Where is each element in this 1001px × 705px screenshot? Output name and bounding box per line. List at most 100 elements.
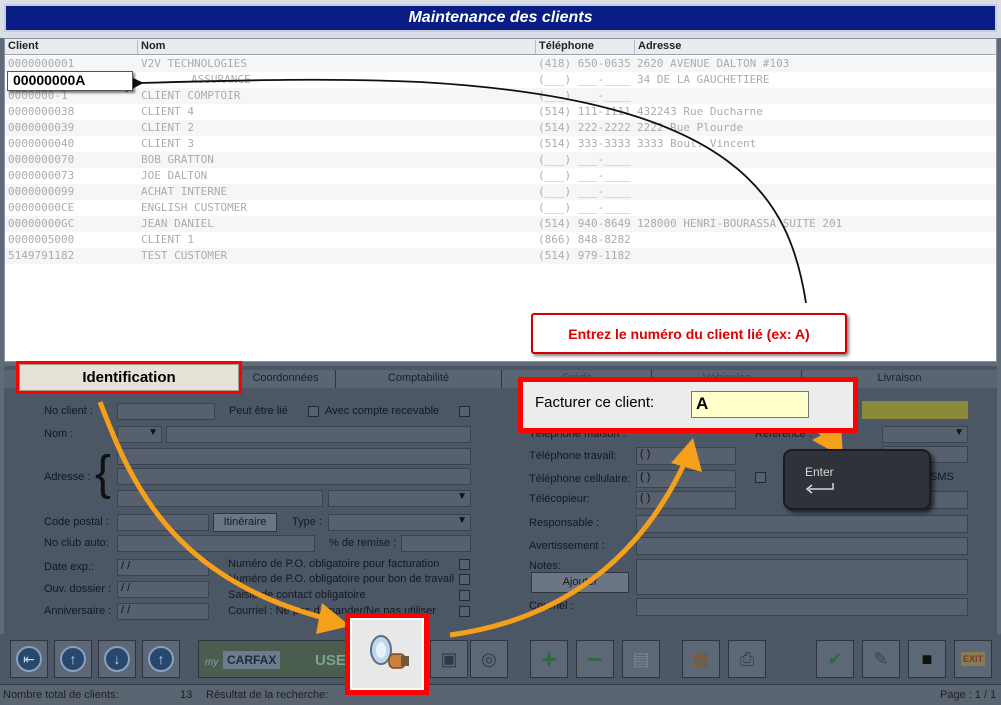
date-exp-field[interactable]: / / — [117, 559, 209, 576]
avertissement-field[interactable] — [636, 537, 968, 555]
carfax-button[interactable]: my CARFAX USE — [198, 640, 346, 678]
floppy-icon: ▤ — [632, 648, 650, 669]
no-client-label: No client : — [44, 405, 93, 417]
table-row[interactable]: 0000000001 V2V TECHNOLOGIES (418) 650-0635… — [5, 56, 996, 72]
courriel-field[interactable] — [636, 598, 968, 616]
tel-travail-label: Téléphone travail: — [529, 450, 617, 462]
telecopieur-field[interactable]: ( ) — [636, 491, 736, 509]
table-row[interactable]: 0000000-1 CLIENT COMPTOIR (___) ___-____ — [5, 88, 996, 104]
col-header-client[interactable]: Client — [5, 40, 137, 54]
type-label: Type : — [292, 516, 322, 528]
monitor-button[interactable]: ▣ — [430, 640, 468, 678]
last-record-button[interactable]: ↑ — [142, 640, 180, 678]
toolbar: ⇤ ↑ ↓ ↑ my CARFAX USE ▣ ◎ + − ▤ ▦ ⎙ ✔ ✎ … — [0, 634, 1001, 684]
avec-compte-checkbox[interactable] — [459, 406, 470, 417]
print-button[interactable]: ⎙ — [728, 640, 766, 678]
remove-button[interactable]: − — [576, 640, 614, 678]
saisie-contact-label: Saisie de contact obligatoire — [228, 589, 366, 601]
table-row[interactable]: 0000000073 JOE DALTON (___) ___-____ — [5, 168, 996, 184]
table-row[interactable]: 0000000070 BOB GRATTON (___) ___-____ — [5, 152, 996, 168]
sms-label: SMS — [930, 471, 954, 483]
no-club-label: No club auto: — [44, 537, 109, 549]
table-row[interactable]: 0000000039 CLIENT 2 (514) 222-2222 2222 Rue… — [5, 120, 996, 136]
type-select[interactable]: ▼ — [328, 514, 471, 531]
identification-tab-callout[interactable]: Identification — [16, 361, 242, 394]
briefcase-button[interactable]: ■ — [908, 640, 946, 678]
courriel-ne-pas-checkbox[interactable] — [459, 606, 470, 617]
enter-return-icon — [805, 483, 834, 494]
magnifier-hand-icon — [370, 635, 409, 669]
table-row[interactable]: 0000005000 CLIENT 1 (866) 848-8282 — [5, 232, 996, 248]
chevron-down-icon: ▼ — [457, 515, 467, 526]
table-row[interactable]: 5149791182 TEST CUSTOMER (514) 979-1182 — [5, 248, 996, 264]
down-arrow-icon: ↓ — [104, 646, 130, 672]
enter-key[interactable]: Enter — [783, 449, 931, 510]
po-facturation-checkbox[interactable] — [459, 559, 470, 570]
globe-search-icon: ◎ — [481, 648, 497, 669]
up-arrow-icon: ↑ — [60, 646, 86, 672]
adresse-line2-field[interactable] — [117, 468, 471, 485]
first-record-button[interactable]: ⇤ — [10, 640, 48, 678]
search-button-callout[interactable] — [345, 613, 429, 695]
po-bon-checkbox[interactable] — [459, 574, 470, 585]
tab-comptabilite[interactable]: Comptabilité — [336, 370, 502, 388]
nom-prefix-select[interactable]: ▼ — [117, 426, 162, 443]
documents-button[interactable]: ▦ — [682, 640, 720, 678]
responsable-label: Responsable : — [529, 517, 600, 529]
ajouter-note-button[interactable]: Ajouter — [531, 572, 629, 593]
edit-list-button[interactable]: ✎ — [862, 640, 900, 678]
reference-select[interactable]: ▼ — [882, 426, 968, 443]
po-bon-label: Numéro de P.O. obligatoire pour bon de t… — [228, 573, 455, 585]
carfax-prefix: my — [205, 657, 219, 668]
ouv-dossier-field[interactable]: / / — [117, 581, 209, 598]
courriel-label: Courriel : — [529, 600, 574, 612]
clients-grid[interactable]: Client Nom Téléphone Adresse 0000000001 V… — [4, 38, 997, 362]
notes-field[interactable] — [636, 559, 968, 595]
table-row[interactable]: 0000000099 ACHAT INTERNE (___) ___-____ — [5, 184, 996, 200]
peut-etre-lie-checkbox[interactable] — [308, 406, 319, 417]
nom-label: Nom : — [44, 428, 74, 440]
chevron-down-icon: ▼ — [954, 427, 964, 438]
sms-checkbox[interactable] — [755, 472, 766, 483]
code-postal-field[interactable] — [117, 514, 209, 531]
anniversaire-field[interactable]: / / — [117, 603, 209, 620]
tel-travail-field[interactable]: ( ) — [636, 447, 736, 465]
monitor-icon: ▣ — [440, 648, 458, 669]
next-record-button[interactable]: ↓ — [98, 640, 136, 678]
search-client-button[interactable] — [350, 618, 424, 690]
tel-cellulaire-label: Téléphone cellulaire: — [529, 473, 631, 485]
highlight-field[interactable] — [862, 401, 968, 419]
exit-button[interactable]: EXIT — [954, 640, 992, 678]
save-button[interactable]: ▤ — [622, 640, 660, 678]
col-header-adresse[interactable]: Adresse — [634, 40, 996, 54]
province-select[interactable]: ▼ — [328, 490, 471, 507]
table-row[interactable]: 0000000040 CLIENT 3 (514) 333-3333 3333 Bou… — [5, 136, 996, 152]
col-header-nom[interactable]: Nom — [137, 40, 535, 54]
responsable-field[interactable] — [636, 515, 968, 533]
add-button[interactable]: + — [530, 640, 568, 678]
tel-cellulaire-field[interactable]: ( ) — [636, 470, 736, 488]
nom-field[interactable] — [166, 426, 471, 443]
search-result-label: Résultat de la recherche: — [206, 689, 329, 701]
facturer-input[interactable]: A — [691, 391, 809, 418]
col-header-telephone[interactable]: Téléphone — [535, 40, 634, 54]
table-row[interactable]: 00000000CE ENGLISH CUSTOMER (___) ___-____ — [5, 200, 996, 216]
tab-identification[interactable]: Identification — [19, 364, 239, 391]
approve-button[interactable]: ✔ — [816, 640, 854, 678]
ville-field[interactable] — [117, 490, 323, 507]
po-facturation-label: Numéro de P.O. obligatoire pour facturat… — [228, 558, 440, 570]
remise-field[interactable] — [401, 535, 471, 552]
search-globe-button[interactable]: ◎ — [470, 640, 508, 678]
previous-record-button[interactable]: ↑ — [54, 640, 92, 678]
no-club-field[interactable] — [117, 535, 315, 552]
peut-etre-lie-label: Peut être lié — [229, 405, 288, 417]
saisie-contact-checkbox[interactable] — [459, 590, 470, 601]
table-row[interactable]: 00000000GC JEAN DANIEL (514) 940-8649 12800… — [5, 216, 996, 232]
table-row[interactable]: ASSURANCE (___) ___-____ 34 DE LA GAUCHETI… — [5, 72, 996, 88]
adresse-brace-icon: { — [95, 447, 112, 500]
itineraire-button[interactable]: Itinéraire — [213, 513, 277, 532]
adresse-line1-field[interactable] — [117, 448, 471, 465]
no-client-field[interactable] — [117, 403, 215, 420]
table-row[interactable]: 0000000038 CLIENT 4 (514) 111-1111 432243 R… — [5, 104, 996, 120]
tab-coordonnees[interactable]: Coordonnées — [236, 370, 336, 388]
